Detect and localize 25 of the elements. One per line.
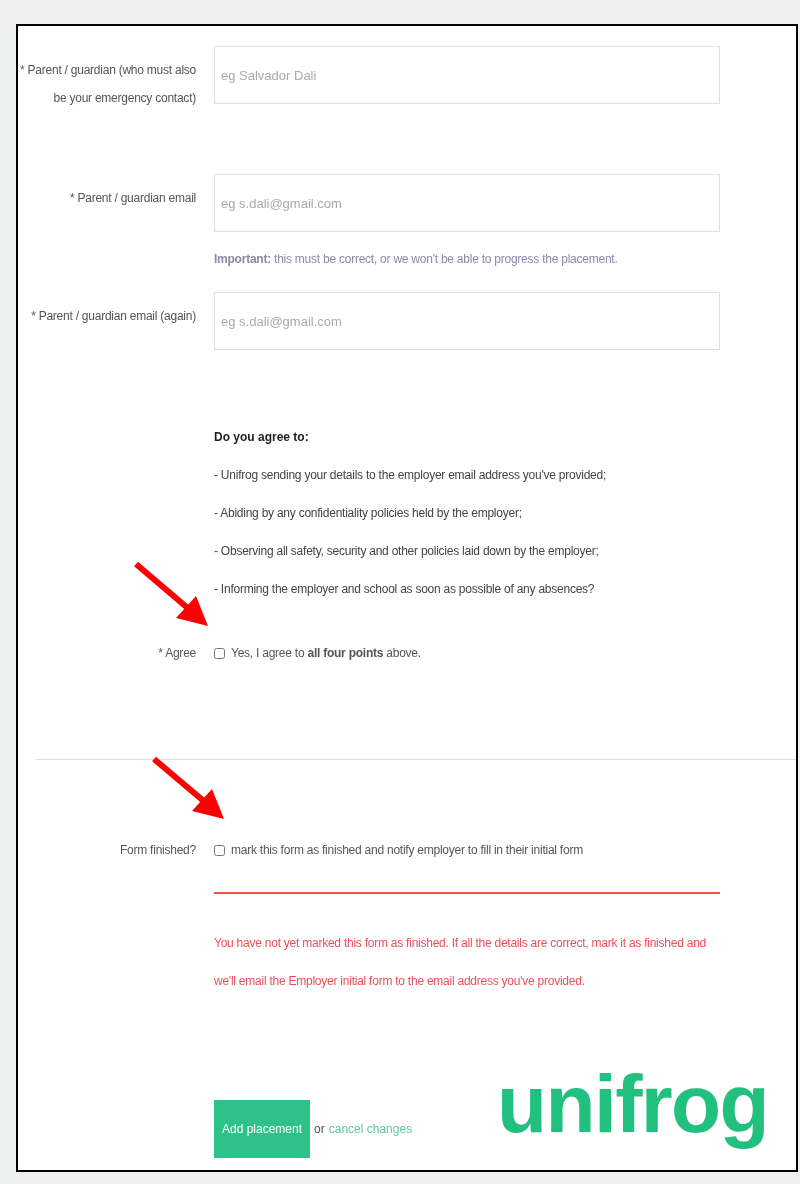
hint-text: Important: this must be correct, or we won't be able to progress the placement. [214,251,619,268]
arrow-icon [132,560,210,628]
list-item-text: - Abiding by any confidentiality policies held by the employer; [214,505,523,522]
question-heading: Do you agree to: [214,429,310,446]
list-item-text: - Observing all safety, security and other policies laid down by the employer; [214,543,600,560]
input-field[interactable]: eg Salvador Dali [214,46,720,104]
checkbox[interactable] [214,647,225,659]
field-label: * Parent / guardian email (again) [31,308,196,325]
field-label: Form finished? [120,842,196,859]
cancel-link[interactable]: cancel changes [328,1120,413,1138]
field-label: * Parent / guardian (who must also be your emergency contact) [19,62,196,107]
list-item-text: - Informing the employer and school as soon as possible of any absences? [214,581,596,598]
field-label: * Agree [158,645,196,662]
field-label: * Parent / guardian email [69,190,196,207]
input-field[interactable]: eg s.dali@gmail.com [214,292,720,350]
or-text: or [314,1121,325,1138]
arrow-icon [150,755,226,821]
input-field[interactable]: eg s.dali@gmail.com [214,174,720,232]
list-item-text: - Unifrog sending your details to the employer email address you've provided; [214,467,608,484]
warning-text: You have not yet marked this form as finished. If all the details are correct, mark it as finished and we'll email the Employer initial form to the email address you've provided. [214,935,707,990]
checkbox[interactable] [214,844,225,856]
checkbox-label: Yes, I agree to all four points above. [231,645,421,662]
checkbox-label: mark this form as finished and notify employer to fill in their initial form [231,842,583,859]
logo: unifrog [497,1057,768,1151]
add-placement-button[interactable]: Add placement [214,1100,311,1158]
